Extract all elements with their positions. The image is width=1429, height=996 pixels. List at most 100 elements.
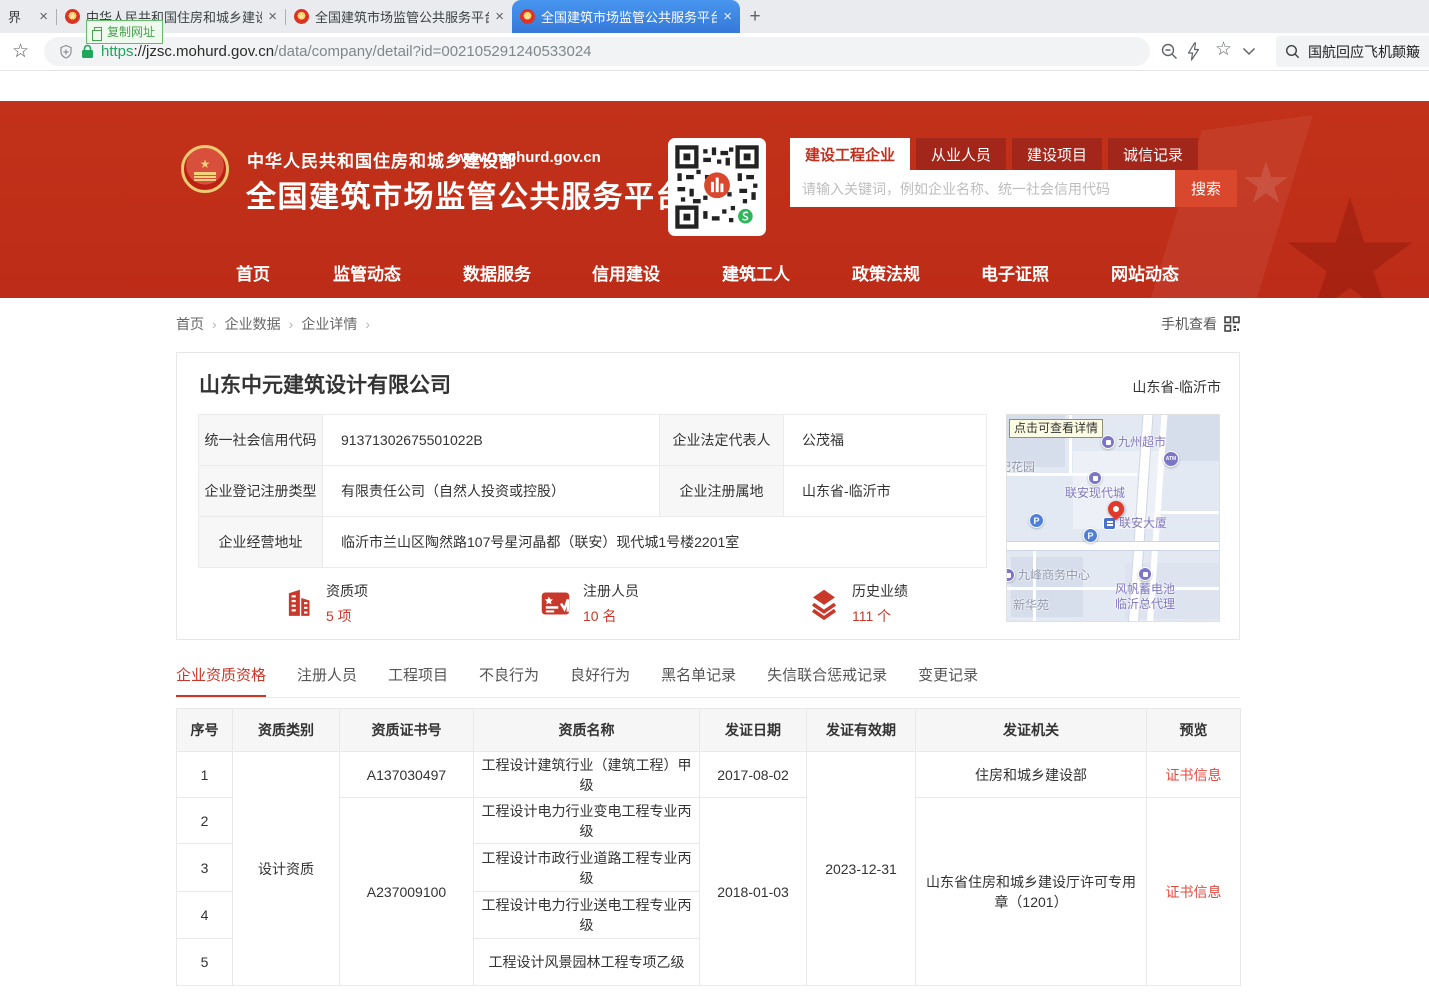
poi-glyph <box>1093 476 1098 481</box>
map-road-main-horizontal <box>1007 541 1220 551</box>
tab-close-icon[interactable]: × <box>39 9 48 24</box>
zoom-out-icon[interactable] <box>1160 42 1179 61</box>
stat-label: 注册人员 <box>583 581 639 601</box>
mobile-view-label: 手机查看 <box>1161 314 1217 334</box>
favorite-star-icon[interactable]: ☆ <box>1215 38 1232 61</box>
reg-type-value: 有限责任公司（自然人投资或控股） <box>323 466 660 517</box>
tab-close-icon[interactable]: × <box>723 9 732 24</box>
address-value: 临沂市兰山区陶然路107号星河晶都（联安）现代城1号楼2201室 <box>323 517 987 568</box>
table-row: 企业经营地址 临沂市兰山区陶然路107号星河晶都（联安）现代城1号楼2201室 <box>199 517 987 568</box>
table-row: 统一社会信用代码 91371302675501022B 企业法定代表人 公茂福 <box>199 415 987 466</box>
search-tab-personnel[interactable]: 从业人员 <box>916 138 1006 170</box>
address-bar[interactable]: https://jzsc.mohurd.gov.cn/data/company/… <box>44 37 1150 66</box>
keyword-search-input[interactable] <box>790 170 1175 207</box>
stat-value: 111 个 <box>852 606 908 626</box>
breadcrumb: 首页 › 企业数据 › 企业详情 › 手机查看 <box>176 314 1240 334</box>
location-map[interactable]: 点击可查看详情 九州超市 ATM 纪花园 联安现代城 联安大厦 P <box>1006 414 1220 622</box>
search-button[interactable]: 搜索 <box>1175 170 1237 207</box>
tab-good-behavior[interactable]: 良好行为 <box>570 664 630 697</box>
atm-marker-icon: ATM <box>1163 451 1179 467</box>
search-tab-credit[interactable]: 诚信记录 <box>1108 138 1198 170</box>
layers-icon <box>807 587 841 620</box>
stat-history-performance: 历史业绩 111 个 <box>807 581 908 626</box>
tab-qualifications[interactable]: 企业资质资格 <box>176 664 266 697</box>
certificate-info-link[interactable]: 证书信息 <box>1166 884 1222 900</box>
cell-authority: 住房和城乡建设部 <box>916 752 1147 798</box>
nav-e-license[interactable]: 电子证照 <box>981 260 1049 285</box>
browser-tab-0[interactable]: 界 × <box>0 0 56 33</box>
poi-glyph <box>1106 440 1111 445</box>
credit-code-label: 统一社会信用代码 <box>199 415 323 466</box>
tab-projects[interactable]: 工程项目 <box>388 664 448 697</box>
cell-no: 3 <box>177 844 233 892</box>
tab-registered-personnel[interactable]: 注册人员 <box>297 664 357 697</box>
breadcrumb-company-data[interactable]: 企业数据 <box>225 314 281 334</box>
quick-search-box[interactable]: 国航回应飞机颠簸 <box>1276 36 1429 67</box>
url-domain: ://jzsc.mohurd.gov.cn <box>134 43 275 60</box>
quick-search-text: 国航回应飞机颠簸 <box>1308 42 1420 62</box>
map-parking-1: P <box>1029 513 1044 528</box>
col-cert-no: 资质证书号 <box>340 709 474 752</box>
browser-toolbar: ☆ https://jzsc.mohurd.gov.cn/data/compan… <box>0 33 1429 71</box>
map-poi-atm: ATM <box>1163 451 1179 467</box>
site-favicon-icon: ★ <box>520 9 535 24</box>
platform-title: 全国建筑市场监管公共服务平台 <box>246 172 687 216</box>
nav-site-news[interactable]: 网站动态 <box>1111 260 1179 285</box>
breadcrumb-home[interactable]: 首页 <box>176 314 204 334</box>
table-row: 1 设计资质 A137030497 工程设计建筑行业（建筑工程）甲级 2017-… <box>177 752 1241 798</box>
cell-name: 工程设计电力行业送电工程专业丙级 <box>474 892 700 939</box>
flash-extension-icon[interactable] <box>1186 42 1201 61</box>
certificate-icon <box>539 587 572 620</box>
stat-qualifications: 资质项5 项 <box>282 581 368 626</box>
stat-label: 资质项 <box>326 581 368 601</box>
map-poi-lianan-city: 联安现代城 <box>1065 471 1125 500</box>
chevron-down-icon[interactable] <box>1242 47 1256 56</box>
cell-name: 工程设计电力行业变电工程专业丙级 <box>474 798 700 844</box>
cell-no: 5 <box>177 939 233 986</box>
copy-tooltip-text: 复制网址 <box>107 23 155 40</box>
header-search-row: 搜索 <box>790 170 1237 207</box>
col-authority: 发证机关 <box>916 709 1147 752</box>
map-road <box>1007 587 1220 590</box>
nav-supervision[interactable]: 监管动态 <box>333 260 401 285</box>
mobile-view[interactable]: 手机查看 <box>1161 314 1240 334</box>
legal-rep-label: 企业法定代表人 <box>660 415 784 466</box>
bookmark-star-icon[interactable]: ☆ <box>12 40 29 63</box>
nav-workers[interactable]: 建筑工人 <box>722 260 790 285</box>
browser-tab-2[interactable]: ★ 全国建筑市场监管公共服务平台 × <box>286 0 512 33</box>
cell-valid-until: 2023-12-31 <box>807 752 916 986</box>
tab-blacklist[interactable]: 黑名单记录 <box>661 664 736 697</box>
poi-marker-icon <box>1101 435 1115 449</box>
tab-close-icon[interactable]: × <box>268 9 277 24</box>
poi-glyph <box>1143 572 1148 577</box>
cell-name: 工程设计建筑行业（建筑工程）甲级 <box>474 752 700 798</box>
poi-label-line2: 临沂总代理 <box>1115 598 1175 611</box>
copy-icon <box>94 27 102 36</box>
tab-dishonesty-records[interactable]: 失信联合惩戒记录 <box>767 664 887 697</box>
nav-policy[interactable]: 政策法规 <box>852 260 920 285</box>
poi-label: 纪花园 <box>1006 461 1035 474</box>
shield-permissions-icon[interactable] <box>58 44 74 60</box>
stat-label: 历史业绩 <box>852 581 908 601</box>
tab-bad-behavior[interactable]: 不良行为 <box>479 664 539 697</box>
certificate-info-link[interactable]: 证书信息 <box>1166 767 1222 783</box>
new-tab-button[interactable]: + <box>740 0 770 33</box>
map-poi-business-center: 九峰商务中心 <box>1006 568 1090 582</box>
tab-change-records[interactable]: 变更记录 <box>918 664 978 697</box>
site-favicon-icon: ★ <box>65 9 80 24</box>
emblem-star-icon: ★ <box>200 158 211 170</box>
nav-home[interactable]: 首页 <box>236 260 270 285</box>
qualification-table: 序号 资质类别 资质证书号 资质名称 发证日期 发证有效期 发证机关 预览 1 … <box>176 708 1241 986</box>
url-scheme: https <box>101 43 134 60</box>
nav-credit[interactable]: 信用建设 <box>592 260 660 285</box>
map-poi-supermarket: 九州超市 <box>1101 435 1166 449</box>
browser-tab-3-active[interactable]: ★ 全国建筑市场监管公共服务平台 × <box>512 0 740 33</box>
url-text[interactable]: https://jzsc.mohurd.gov.cn/data/company/… <box>101 43 592 60</box>
nav-data-service[interactable]: 数据服务 <box>463 260 531 285</box>
search-tab-enterprise[interactable]: 建设工程企业 <box>790 138 910 170</box>
cell-preview: 证书信息 <box>1147 752 1241 798</box>
tab-close-icon[interactable]: × <box>495 9 504 24</box>
breadcrumb-company-detail[interactable]: 企业详情 <box>301 314 357 334</box>
search-tab-project[interactable]: 建设项目 <box>1012 138 1102 170</box>
building-glyph <box>1107 521 1113 527</box>
